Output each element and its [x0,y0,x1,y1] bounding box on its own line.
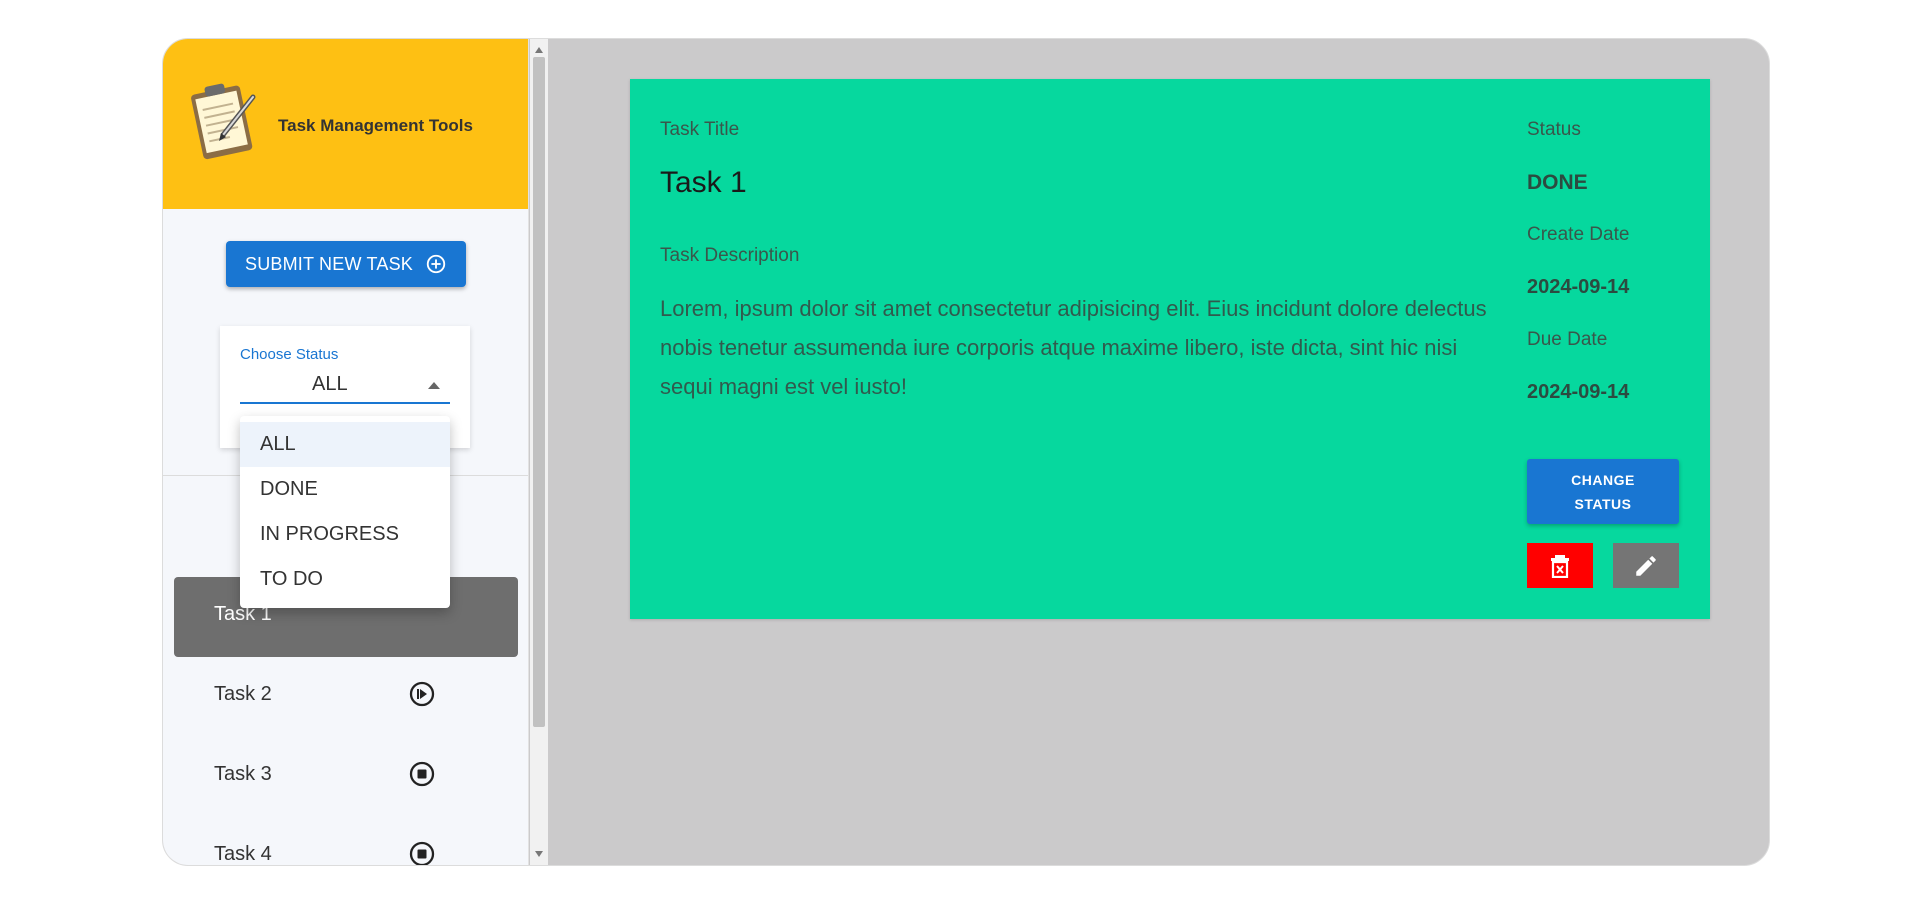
task-detail-card: Task Title Task 1 Task Description Lorem… [630,79,1710,619]
clipboard-pencil-icon [191,83,256,160]
task-item-4[interactable]: Task 4 [174,817,518,865]
status-value: DONE [1527,171,1588,194]
dropdown-option-done[interactable]: DONE [240,467,450,512]
status-filter-label: Choose Status [240,346,339,363]
trash-x-icon [1551,554,1569,578]
pencil-icon [1636,555,1656,576]
scrollbar-thumb[interactable] [533,57,545,727]
caret-up-icon [428,382,440,389]
plus-circle-icon [426,254,446,274]
sidebar-scrollbar[interactable] [530,39,548,865]
scroll-down-arrow-icon[interactable] [535,851,543,857]
status-filter-value: ALL [312,373,348,395]
status-filter-select[interactable]: ALL [240,366,450,404]
create-date-value: 2024-09-14 [1527,276,1630,298]
delete-task-button[interactable] [1527,543,1593,588]
due-date-value: 2024-09-14 [1527,381,1630,403]
submit-new-task-label: SUBMIT NEW TASK [244,253,414,274]
app-title: Task Management Tools [278,116,473,135]
task-item-2[interactable]: Task 2 [174,657,518,737]
scroll-up-arrow-icon[interactable] [535,47,543,53]
task-item-label: Task 4 [214,843,272,865]
change-status-label: CHANGE STATUS [1571,471,1635,512]
due-date-label: Due Date [1527,329,1608,350]
dropdown-option-to-do[interactable]: TO DO [240,557,450,602]
status-label: Status [1527,119,1581,140]
task-title-label: Task Title [660,119,740,140]
change-status-button[interactable]: CHANGE STATUS [1527,459,1679,524]
sidebar: Task Management Tools SUBMIT NEW TASK Ch… [163,39,529,865]
edit-task-button[interactable] [1613,543,1679,588]
task-app-window: Task Management Tools SUBMIT NEW TASK Ch… [162,38,1770,866]
dropdown-option-all[interactable]: ALL [240,422,450,467]
create-date-label: Create Date [1527,224,1630,245]
status-dropdown-menu: ALL DONE IN PROGRESS TO DO [240,416,450,608]
task-item-label: Task 2 [214,683,272,705]
brand-header: Task Management Tools [163,39,528,209]
play-circle-icon [409,681,435,707]
stop-circle-icon [409,841,435,865]
submit-new-task-button[interactable]: SUBMIT NEW TASK [226,241,466,287]
task-title: Task 1 [660,166,747,199]
task-item-3[interactable]: Task 3 [174,737,518,817]
task-description: Lorem, ipsum dolor sit amet consectetur … [660,296,1487,399]
stop-circle-icon [409,761,435,787]
task-item-label: Task 3 [214,763,272,785]
dropdown-option-in-progress[interactable]: IN PROGRESS [240,512,450,557]
task-description-label: Task Description [660,245,800,266]
